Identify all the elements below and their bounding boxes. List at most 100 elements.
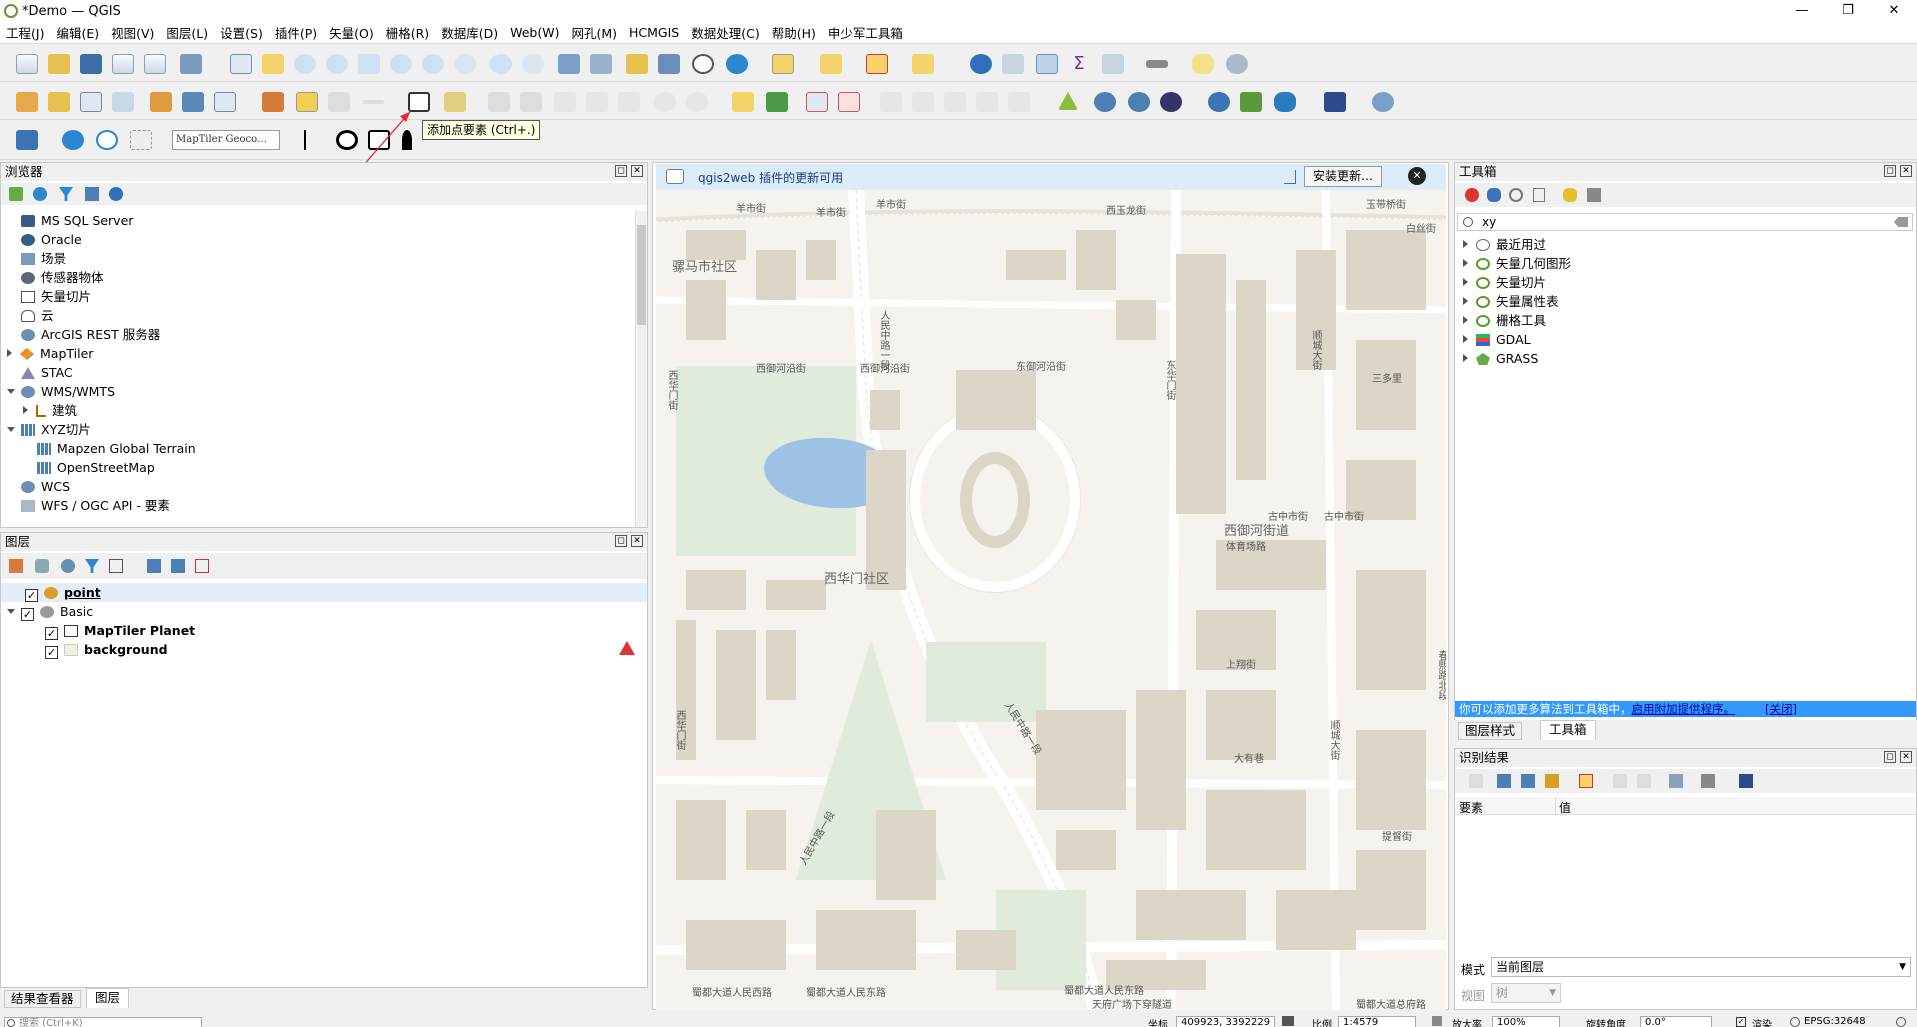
collapse-all-icon[interactable] xyxy=(85,187,99,201)
enable-providers-link[interactable]: 启用附加提供程序。 xyxy=(1632,702,1736,716)
browser-item-oracle[interactable]: Oracle xyxy=(21,230,82,249)
tab-results-viewer[interactable]: 结果查看器 xyxy=(4,990,81,1008)
toolbox-item-grass[interactable]: GRASS xyxy=(1463,349,1538,368)
collapse-arrow-icon[interactable] xyxy=(7,389,15,394)
style-layer-icon[interactable] xyxy=(9,559,23,573)
expand-arrow-icon[interactable] xyxy=(1463,316,1468,324)
expand-arrow-icon[interactable] xyxy=(1463,278,1468,286)
mode-select[interactable]: 当前图层 ▼ xyxy=(1491,957,1911,977)
collapse-arrow-icon[interactable] xyxy=(7,427,15,432)
expand-all-icon[interactable] xyxy=(147,559,161,573)
expand-arrow-icon[interactable] xyxy=(1463,259,1468,267)
help-icon[interactable] xyxy=(1739,774,1753,788)
locator-search-input[interactable]: 搜索 (Ctrl+K) xyxy=(4,1017,202,1027)
copy-feature-icon[interactable] xyxy=(1613,774,1627,788)
collapse-tree-icon[interactable] xyxy=(1521,774,1535,788)
messages-icon[interactable] xyxy=(1896,1017,1906,1027)
results-viewer-icon[interactable] xyxy=(1533,188,1545,202)
close-info-link[interactable]: [关闭] xyxy=(1765,702,1797,716)
browser-item-mssql[interactable]: MS SQL Server xyxy=(21,211,133,230)
scale-field[interactable]: 1:4579 xyxy=(1338,1016,1416,1027)
toggle-extents-icon[interactable] xyxy=(1282,1016,1294,1026)
close-message-icon[interactable]: ✕ xyxy=(1408,167,1426,185)
clear-search-icon[interactable] xyxy=(1894,217,1908,227)
print-response-icon[interactable] xyxy=(1637,774,1651,788)
float-panel-button[interactable]: ◻ xyxy=(615,165,627,177)
browser-item-sensor[interactable]: 传感器物体 xyxy=(21,268,104,287)
refresh-browser-icon[interactable] xyxy=(33,187,47,201)
browser-item-buildings[interactable]: 建筑 xyxy=(23,401,77,420)
identify-settings-icon[interactable] xyxy=(1701,774,1715,788)
toolbox-item-vector-table[interactable]: 矢量属性表 xyxy=(1463,292,1559,311)
edit-features-in-place-icon[interactable] xyxy=(1563,188,1577,202)
toolbox-item-vector-geometry[interactable]: 矢量几何图形 xyxy=(1463,254,1571,273)
float-panel-button[interactable]: ◻ xyxy=(1884,165,1896,177)
browser-item-vector-tiles[interactable]: 矢量切片 xyxy=(21,287,91,306)
column-value[interactable]: 值 xyxy=(1559,799,1571,816)
coordinate-field[interactable]: 409923, 3392229 xyxy=(1176,1016,1276,1027)
column-feature[interactable]: 要素 xyxy=(1459,799,1483,816)
collapse-all-layers-icon[interactable] xyxy=(171,559,185,573)
clear-results-icon[interactable] xyxy=(1579,774,1593,788)
browser-item-stac[interactable]: STAC xyxy=(21,363,73,382)
browser-item-wcs[interactable]: WCS xyxy=(21,477,70,496)
add-group-icon[interactable] xyxy=(35,559,49,573)
float-panel-button[interactable]: ◻ xyxy=(615,535,627,547)
expand-tree-icon[interactable] xyxy=(1497,774,1511,788)
collapse-arrow-icon[interactable] xyxy=(7,609,15,614)
expand-arrow-icon[interactable] xyxy=(23,406,28,414)
install-update-button[interactable]: 安装更新… xyxy=(1304,166,1383,187)
expand-arrow-icon[interactable] xyxy=(1463,297,1468,305)
tab-layers[interactable]: 图层 xyxy=(86,988,130,1008)
toolbox-search-input[interactable]: xy xyxy=(1457,213,1913,231)
options-icon[interactable] xyxy=(1587,188,1601,202)
layer-point[interactable]: ✓ point xyxy=(25,583,101,602)
browser-item-openstreetmap[interactable]: OpenStreetMap xyxy=(37,458,155,477)
filter-legend-icon[interactable] xyxy=(85,559,99,573)
close-panel-button[interactable]: ✕ xyxy=(1900,751,1912,763)
browser-item-wfs[interactable]: WFS / OGC API - 要素 xyxy=(21,496,170,515)
remove-layer-icon[interactable] xyxy=(195,559,209,573)
browser-item-cloud[interactable]: 云 xyxy=(21,306,54,325)
history-icon[interactable] xyxy=(1509,188,1523,202)
identify-gray-icon[interactable] xyxy=(1469,774,1483,788)
toolbox-item-recent[interactable]: 最近用过 xyxy=(1463,235,1546,254)
view-select[interactable]: 树 ▼ xyxy=(1491,983,1561,1003)
models-icon[interactable] xyxy=(1465,188,1479,202)
filter-expression-icon[interactable] xyxy=(109,559,123,573)
expand-arrow-icon[interactable] xyxy=(1463,354,1468,362)
warning-icon[interactable] xyxy=(619,641,635,655)
expand-arrow-icon[interactable] xyxy=(7,349,12,357)
browser-item-scene[interactable]: 场景 xyxy=(21,249,66,268)
crs-button[interactable]: EPSG:32648 xyxy=(1804,1016,1866,1027)
manage-visibility-icon[interactable] xyxy=(61,559,75,573)
toolbox-item-gdal[interactable]: GDAL xyxy=(1463,330,1531,349)
group-visibility-checkbox[interactable]: ✓ xyxy=(21,608,34,621)
browser-item-arcgis-rest[interactable]: ArcGIS REST 服务器 xyxy=(21,325,160,344)
tab-toolbox[interactable]: 工具箱 xyxy=(1540,720,1596,740)
map-canvas[interactable]: 骡马市社区 西华门社区 西御河街道 羊市街 羊市街 羊市街 西玉龙街 玉带桥街 … xyxy=(656,190,1446,1010)
browser-item-wms-wmts[interactable]: WMS/WMTS xyxy=(7,382,115,401)
filter-browser-icon[interactable] xyxy=(59,187,73,201)
close-panel-button[interactable]: ✕ xyxy=(631,535,643,547)
layer-visibility-checkbox[interactable]: ✓ xyxy=(45,646,58,659)
toolbox-item-vector-tiles[interactable]: 矢量切片 xyxy=(1463,273,1546,292)
browser-item-maptiler[interactable]: MapTiler xyxy=(7,344,93,363)
identify-mode-icon[interactable] xyxy=(1669,774,1683,788)
scrollbar-thumb[interactable] xyxy=(637,225,646,325)
layer-visibility-checkbox[interactable]: ✓ xyxy=(25,589,38,602)
browser-scrollbar[interactable] xyxy=(635,211,647,527)
render-checkbox[interactable]: ✓ xyxy=(1736,1017,1746,1027)
magnifier-field[interactable]: 100% xyxy=(1492,1016,1560,1027)
layer-maptiler-planet[interactable]: ✓ MapTiler Planet xyxy=(45,621,195,640)
layer-visibility-checkbox[interactable]: ✓ xyxy=(45,627,58,640)
layer-background[interactable]: ✓ background xyxy=(45,640,168,659)
close-panel-button[interactable]: ✕ xyxy=(631,165,643,177)
expand-arrow-icon[interactable] xyxy=(1463,240,1468,248)
add-selected-layers-icon[interactable] xyxy=(9,187,23,201)
layer-group-basic[interactable]: ✓ Basic xyxy=(7,602,93,621)
browser-item-xyz-tiles[interactable]: XYZ切片 xyxy=(7,420,91,439)
toolbox-item-raster-tools[interactable]: 栅格工具 xyxy=(1463,311,1546,330)
browser-item-mapzen-terrain[interactable]: Mapzen Global Terrain xyxy=(37,439,196,458)
expand-new-results-icon[interactable] xyxy=(1545,774,1559,788)
